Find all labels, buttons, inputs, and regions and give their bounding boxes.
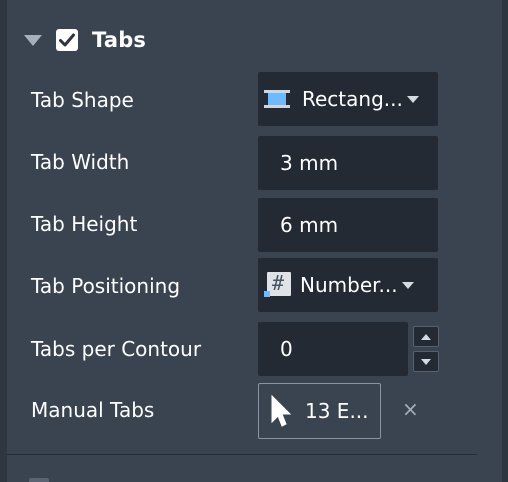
next-section-checkbox[interactable] xyxy=(29,478,49,482)
tab-shape-label: Tab Shape xyxy=(31,88,134,112)
tab-shape-dropdown[interactable]: Rectang... xyxy=(258,72,438,126)
tab-positioning-value: Number... xyxy=(300,273,398,297)
tab-width-value: 3 mm xyxy=(280,151,339,175)
section-title: Tabs xyxy=(92,28,147,52)
tab-height-label: Tab Height xyxy=(31,212,138,236)
clear-icon[interactable]: × xyxy=(402,397,419,421)
checkmark-icon xyxy=(59,33,75,47)
tabs-per-contour-label: Tabs per Contour xyxy=(31,337,202,361)
chevron-down-icon xyxy=(406,95,419,103)
panel-left-border xyxy=(0,0,7,482)
tab-width-input[interactable]: 3 mm xyxy=(258,136,438,190)
tabs-section-header[interactable]: Tabs xyxy=(20,22,146,58)
manual-tabs-label: Manual Tabs xyxy=(31,398,155,422)
pointer-cursor-icon xyxy=(271,394,292,427)
tab-height-value: 6 mm xyxy=(280,213,339,237)
panel-right-border xyxy=(502,0,508,482)
hash-icon: # xyxy=(264,271,292,299)
tabs-enabled-checkbox[interactable] xyxy=(56,29,78,51)
chevron-down-icon xyxy=(421,358,431,365)
tabs-per-contour-input[interactable]: 0 xyxy=(258,322,408,376)
tab-positioning-label: Tab Positioning xyxy=(31,274,181,298)
disclosure-triangle-icon[interactable] xyxy=(24,34,42,46)
tab-shape-value: Rectang... xyxy=(302,87,403,111)
section-divider xyxy=(7,454,477,455)
tabs-settings-panel: Tabs Tab Shape Rectang... Tab Width 3 mm… xyxy=(0,0,508,482)
tab-height-input[interactable]: 6 mm xyxy=(258,198,438,252)
chevron-down-icon xyxy=(401,281,414,289)
increment-button[interactable] xyxy=(413,326,439,347)
tab-width-label: Tab Width xyxy=(31,150,130,174)
manual-tabs-select-button[interactable]: 13 E... xyxy=(258,383,381,439)
manual-tabs-value: 13 E... xyxy=(305,399,369,423)
tabs-per-contour-value: 0 xyxy=(280,337,293,361)
tab-positioning-dropdown[interactable]: # Number... xyxy=(258,258,438,312)
chevron-up-icon xyxy=(421,333,431,340)
decrement-button[interactable] xyxy=(413,351,439,372)
rectangle-tab-icon xyxy=(264,90,290,108)
tabs-per-contour-stepper[interactable] xyxy=(413,326,439,372)
